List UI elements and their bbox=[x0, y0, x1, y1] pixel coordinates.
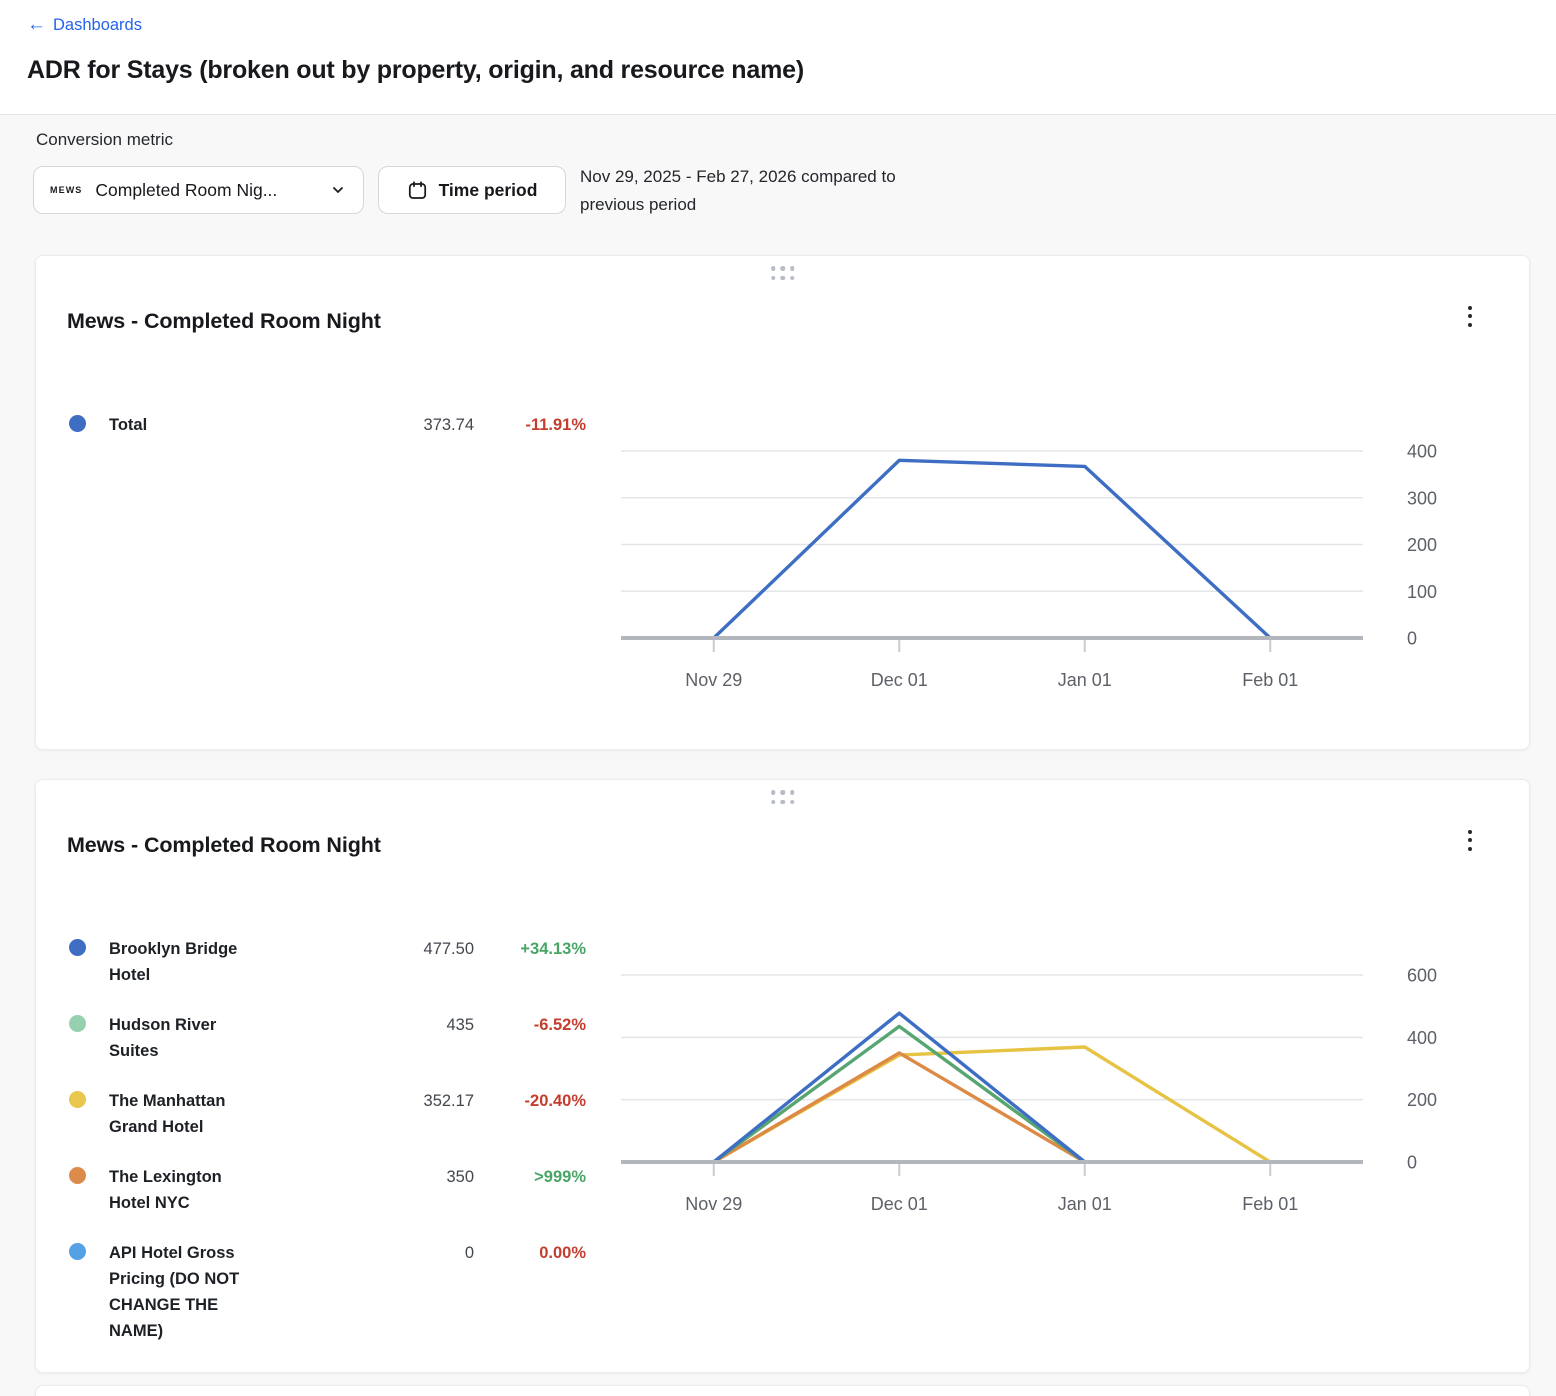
y-tick-label: 400 bbox=[1407, 1028, 1437, 1048]
x-tick-label: Jan 01 bbox=[1058, 1194, 1112, 1214]
y-tick-label: 300 bbox=[1407, 488, 1437, 508]
series-label: The Manhattan Grand Hotel bbox=[109, 1088, 292, 1140]
series-delta: -20.40% bbox=[474, 1088, 586, 1114]
x-tick-label: Jan 01 bbox=[1058, 670, 1112, 690]
series-value: 477.50 bbox=[292, 936, 474, 962]
series-delta: -11.91% bbox=[474, 412, 586, 438]
legend-item[interactable]: API Hotel Gross Pricing (DO NOT CHANGE T… bbox=[69, 1240, 586, 1344]
series-color-dot bbox=[69, 939, 86, 956]
back-to-dashboards-link[interactable]: ← Dashboards bbox=[27, 16, 142, 35]
series-delta: >999% bbox=[474, 1164, 586, 1190]
series-label: Hudson River Suites bbox=[109, 1012, 292, 1064]
chevron-down-icon bbox=[329, 181, 347, 199]
series-line bbox=[714, 1053, 1085, 1162]
series-line bbox=[714, 1013, 1085, 1162]
conversion-metric-label: Conversion metric bbox=[36, 130, 173, 150]
series-value: 352.17 bbox=[292, 1088, 474, 1114]
x-tick-label: Dec 01 bbox=[871, 670, 928, 690]
calendar-icon bbox=[407, 180, 428, 201]
chart-legend: Brooklyn Bridge Hotel477.50+34.13% Hudson… bbox=[69, 936, 586, 1368]
legend-item[interactable]: The Manhattan Grand Hotel352.17-20.40% bbox=[69, 1088, 586, 1140]
x-tick-label: Feb 01 bbox=[1242, 1194, 1298, 1214]
series-color-dot bbox=[69, 415, 86, 432]
page-title: ADR for Stays (broken out by property, o… bbox=[27, 56, 804, 85]
insight-card-total: Mews - Completed Room Night Total373.74-… bbox=[35, 255, 1530, 750]
y-tick-label: 200 bbox=[1407, 535, 1437, 555]
x-tick-label: Nov 29 bbox=[685, 670, 742, 690]
series-label: The Lexington Hotel NYC bbox=[109, 1164, 292, 1216]
line-chart: Nov 29 Dec 01 Jan 01 Feb 01 600 400 200 0 bbox=[621, 950, 1461, 1225]
series-color-dot bbox=[69, 1167, 86, 1184]
time-period-label: Time period bbox=[439, 180, 538, 201]
y-tick-label: 400 bbox=[1407, 442, 1437, 462]
line-chart: Nov 29 Dec 01 Jan 01 Feb 01 400 300 200 100 0 bbox=[621, 426, 1461, 701]
legend-item[interactable]: Brooklyn Bridge Hotel477.50+34.13% bbox=[69, 936, 586, 988]
mews-logo: MEWS bbox=[50, 185, 82, 195]
series-delta: -6.52% bbox=[474, 1012, 586, 1038]
series-value: 0 bbox=[292, 1240, 474, 1266]
more-options-button[interactable] bbox=[1455, 298, 1485, 334]
insight-card-by-property: Mews - Completed Room Night Brooklyn Bri… bbox=[35, 779, 1530, 1373]
series-delta: 0.00% bbox=[474, 1240, 586, 1266]
series-label: API Hotel Gross Pricing (DO NOT CHANGE T… bbox=[109, 1240, 292, 1344]
series-value: 373.74 bbox=[292, 412, 474, 438]
x-tick-label: Feb 01 bbox=[1242, 670, 1298, 690]
x-tick-label: Nov 29 bbox=[685, 1194, 742, 1214]
back-link-label: Dashboards bbox=[53, 16, 142, 35]
date-range-text: Nov 29, 2025 - Feb 27, 2026 compared to … bbox=[580, 163, 896, 218]
y-tick-label: 0 bbox=[1407, 1153, 1417, 1173]
dashboard-page: ← Dashboards ADR for Stays (broken out b… bbox=[0, 0, 1556, 1396]
y-tick-label: 100 bbox=[1407, 582, 1437, 602]
series-line bbox=[714, 460, 1271, 638]
drag-handle[interactable] bbox=[771, 266, 795, 280]
series-line bbox=[714, 1026, 1085, 1162]
x-tick-label: Dec 01 bbox=[871, 1194, 928, 1214]
metric-dropdown-value: Completed Room Nig... bbox=[95, 180, 316, 201]
next-insight-card-edge bbox=[35, 1385, 1530, 1396]
y-tick-label: 0 bbox=[1407, 629, 1417, 649]
series-color-dot bbox=[69, 1091, 86, 1108]
date-range-line2: previous period bbox=[580, 191, 896, 219]
y-tick-label: 200 bbox=[1407, 1090, 1437, 1110]
page-header: ← Dashboards ADR for Stays (broken out b… bbox=[0, 0, 1556, 115]
drag-handle[interactable] bbox=[771, 790, 795, 804]
legend-item[interactable]: Hudson River Suites435-6.52% bbox=[69, 1012, 586, 1064]
date-range-line1: Nov 29, 2025 - Feb 27, 2026 compared to bbox=[580, 163, 896, 191]
series-color-dot bbox=[69, 1015, 86, 1032]
series-delta: +34.13% bbox=[474, 936, 586, 962]
insight-title: Mews - Completed Room Night bbox=[67, 833, 381, 858]
back-arrow-icon: ← bbox=[27, 15, 46, 34]
chart-legend: Total373.74-11.91% bbox=[69, 412, 586, 462]
series-value: 350 bbox=[292, 1164, 474, 1190]
insight-title: Mews - Completed Room Night bbox=[67, 309, 381, 334]
legend-item[interactable]: Total373.74-11.91% bbox=[69, 412, 586, 438]
series-line bbox=[714, 1047, 1271, 1162]
series-color-dot bbox=[69, 1243, 86, 1260]
series-label: Brooklyn Bridge Hotel bbox=[109, 936, 292, 988]
more-options-button[interactable] bbox=[1455, 822, 1485, 858]
y-tick-label: 600 bbox=[1407, 966, 1437, 986]
legend-item[interactable]: The Lexington Hotel NYC350>999% bbox=[69, 1164, 586, 1216]
series-value: 435 bbox=[292, 1012, 474, 1038]
conversion-metric-dropdown[interactable]: MEWS Completed Room Nig... bbox=[33, 166, 364, 214]
series-label: Total bbox=[109, 412, 292, 438]
time-period-button[interactable]: Time period bbox=[378, 166, 566, 214]
